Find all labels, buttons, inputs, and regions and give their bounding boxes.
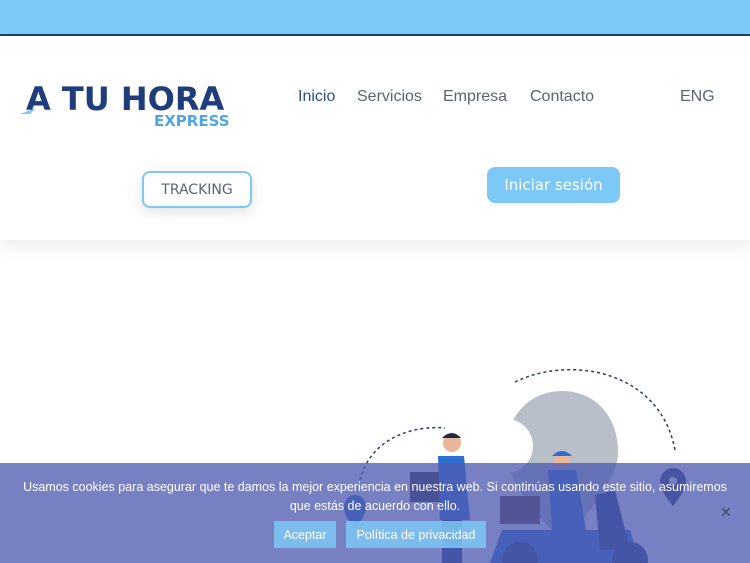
cookie-message: Usamos cookies para asegurar que te damo… [23, 480, 727, 513]
svg-text:EXPRESS: EXPRESS [154, 112, 230, 128]
language-switch[interactable]: ENG [680, 88, 715, 106]
privacy-policy-button[interactable]: Política de privacidad [346, 521, 486, 548]
logo[interactable]: A TU HORA EXPRESS [18, 78, 238, 128]
nav-empresa[interactable]: Empresa [443, 88, 507, 106]
accept-cookies-button[interactable]: Aceptar [274, 521, 336, 548]
close-icon[interactable]: ✕ [720, 505, 732, 521]
nav-servicios[interactable]: Servicios [357, 88, 422, 106]
login-button[interactable]: Iniciar sesión [487, 167, 620, 203]
top-bar [0, 0, 750, 36]
site-header: A TU HORA EXPRESS Inicio Servicios Empre… [0, 36, 750, 240]
nav-contacto[interactable]: Contacto [530, 88, 594, 106]
cookie-banner: Usamos cookies para asegurar que te damo… [0, 463, 750, 563]
nav-inicio[interactable]: Inicio [298, 88, 335, 106]
tracking-button[interactable]: TRACKING [142, 171, 252, 208]
